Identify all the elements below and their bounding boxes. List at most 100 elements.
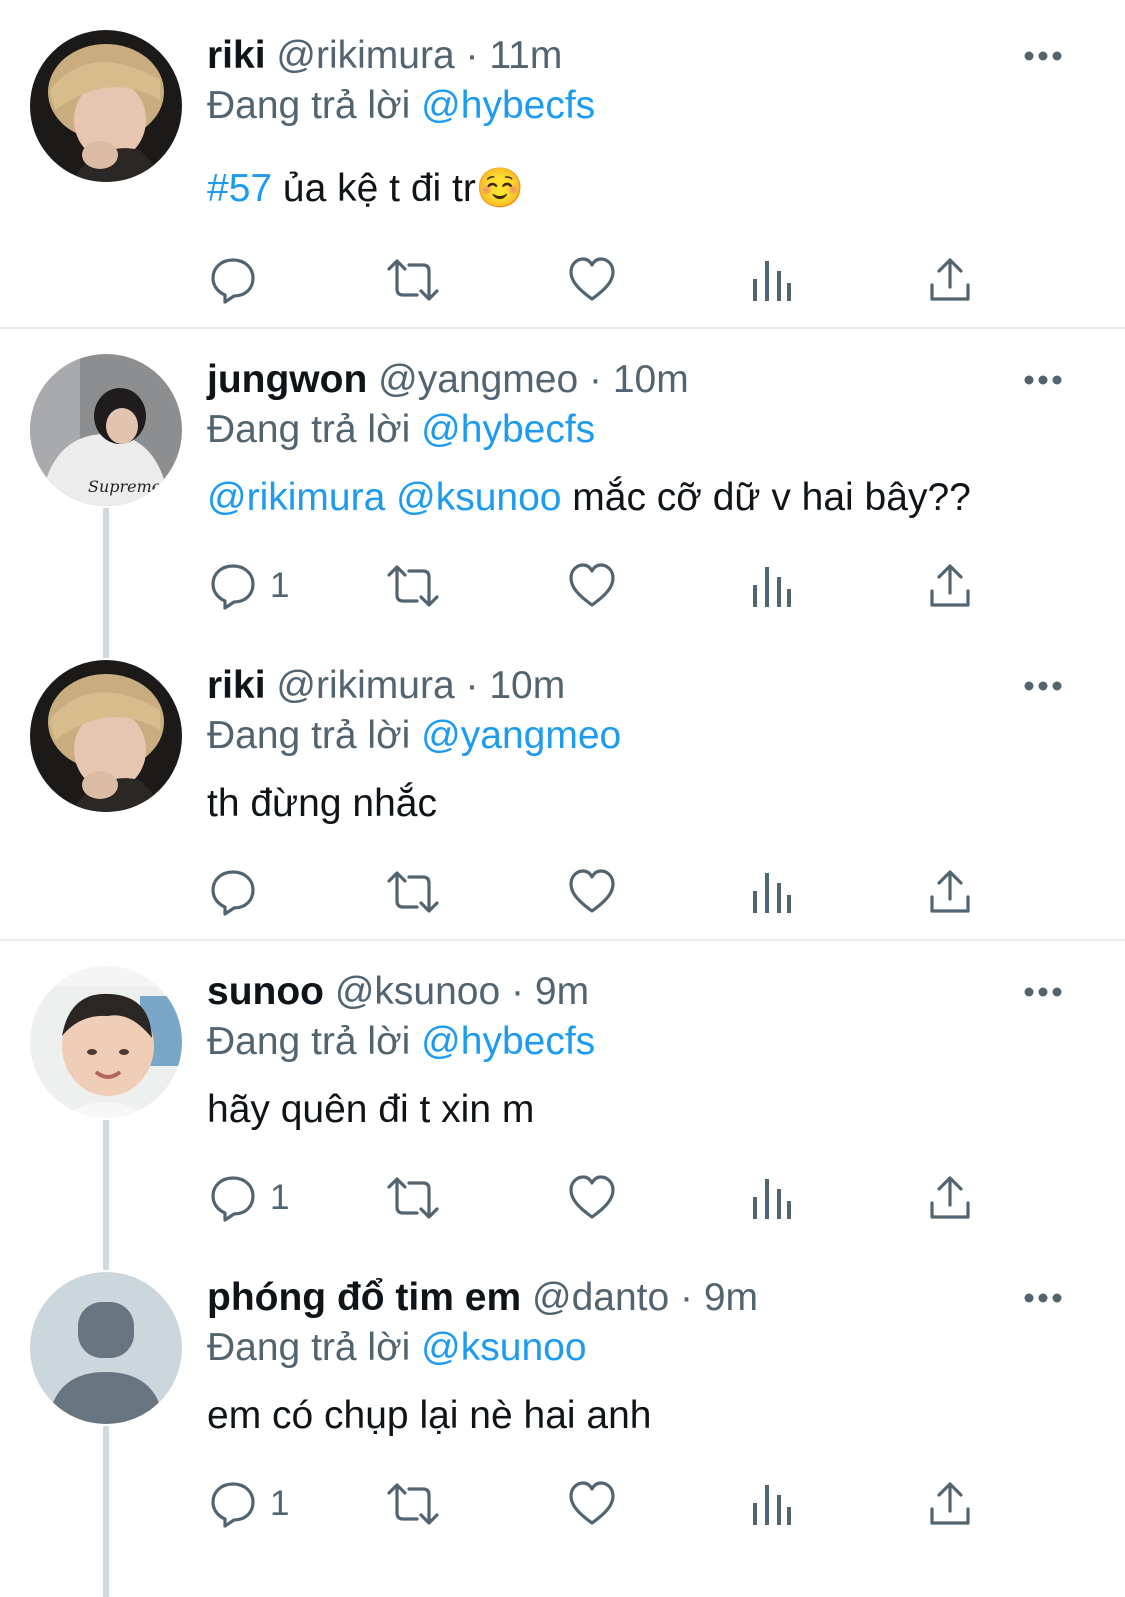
user-handle[interactable]: @rikimura (276, 34, 454, 77)
retweet-button[interactable] (385, 556, 441, 616)
share-button[interactable] (928, 1168, 972, 1228)
retweet-icon (387, 1483, 439, 1525)
display-name[interactable]: sunoo (207, 970, 324, 1013)
timestamp[interactable]: 9m (535, 970, 589, 1013)
mention-link[interactable]: @ksunoo (385, 476, 561, 519)
views-button[interactable] (750, 1168, 794, 1228)
tweet-body: em có chụp lại nè hai anh (207, 1394, 652, 1437)
timestamp[interactable]: 10m (489, 664, 565, 707)
separator-dot: · (680, 1276, 694, 1319)
avatar[interactable] (30, 966, 182, 1118)
tweet-body: hãy quên đi t xin m (207, 1088, 535, 1131)
reply-mention[interactable]: @yangmeo (421, 714, 621, 757)
reply-context: Đang trả lời @yangmeo (207, 710, 621, 762)
action-bar: 1 (0, 1168, 1125, 1228)
tweet-header: jungwon @yangmeo · 10m (207, 354, 1045, 406)
more-icon[interactable] (1023, 984, 1063, 1000)
reply-prefix: Đang trả lời (207, 1020, 411, 1063)
views-button[interactable] (750, 1474, 794, 1534)
tweet-header: sunoo @ksunoo · 9m (207, 966, 1045, 1018)
share-icon (930, 870, 970, 913)
retweet-button[interactable] (385, 862, 441, 922)
timestamp[interactable]: 10m (613, 358, 689, 401)
retweet-button[interactable] (385, 1474, 441, 1534)
tweet-body: mắc cỡ dữ v hai bây?? (561, 476, 971, 519)
share-icon (930, 258, 970, 301)
reply-mention[interactable]: @hybecfs (421, 408, 595, 451)
user-handle[interactable]: @rikimura (276, 664, 454, 707)
separator-dot: · (511, 970, 525, 1013)
tweet-header: phóng đổ tim em @danto · 9m (207, 1272, 1045, 1324)
tweet-text: #57 ủa kệ t đi tr☺️ (207, 163, 524, 215)
more-icon[interactable] (1023, 48, 1063, 64)
like-icon (569, 1481, 615, 1525)
reply-icon (211, 564, 255, 610)
reply-mention[interactable]: @hybecfs (421, 84, 595, 127)
mention-link[interactable]: @rikimura (207, 476, 385, 519)
reply-prefix: Đang trả lời (207, 408, 411, 451)
views-button[interactable] (750, 250, 794, 310)
share-button[interactable] (928, 556, 972, 616)
views-icon (753, 567, 791, 607)
share-icon (930, 1482, 970, 1525)
more-icon[interactable] (1023, 372, 1063, 388)
reply-prefix: Đang trả lời (207, 1326, 411, 1369)
reply-button[interactable] (208, 862, 270, 922)
tweet-text: @rikimura @ksunoo mắc cỡ dữ v hai bây?? (207, 472, 971, 524)
reply-prefix: Đang trả lời (207, 84, 411, 127)
like-button[interactable] (568, 1474, 616, 1534)
user-handle[interactable]: @danto (532, 1276, 669, 1319)
like-button[interactable] (568, 556, 616, 616)
share-button[interactable] (928, 250, 972, 310)
default-avatar-icon[interactable] (30, 1272, 182, 1424)
tweet-text: hãy quên đi t xin m (207, 1084, 534, 1136)
like-icon (569, 1175, 615, 1219)
avatar[interactable] (30, 30, 182, 182)
like-icon (569, 257, 615, 301)
like-button[interactable] (568, 1168, 616, 1228)
user-handle[interactable]: @ksunoo (335, 970, 500, 1013)
display-name[interactable]: riki (207, 34, 266, 77)
action-bar (0, 862, 1125, 922)
user-handle[interactable]: @yangmeo (378, 358, 578, 401)
divider (0, 327, 1125, 329)
like-icon (569, 563, 615, 607)
more-icon[interactable] (1023, 1290, 1063, 1306)
share-button[interactable] (928, 1474, 972, 1534)
reply-button[interactable] (208, 250, 270, 310)
like-button[interactable] (568, 862, 616, 922)
reply-button[interactable]: 1 (208, 1474, 289, 1534)
share-icon (930, 1176, 970, 1219)
action-bar: 1 (0, 1474, 1125, 1534)
svg-text:Supreme: Supreme (88, 477, 161, 496)
tweet-header: riki @rikimura · 11m (207, 30, 1045, 82)
tweet-header: riki @rikimura · 10m (207, 660, 1045, 712)
display-name[interactable]: riki (207, 664, 266, 707)
views-button[interactable] (750, 556, 794, 616)
reply-icon (211, 870, 255, 916)
separator-dot: · (465, 34, 479, 77)
hashtag-link[interactable]: #57 (207, 167, 272, 210)
avatar[interactable]: Supreme (30, 354, 182, 506)
display-name[interactable]: jungwon (207, 358, 367, 401)
reply-count: 1 (270, 1178, 290, 1217)
reply-button[interactable]: 1 (208, 556, 289, 616)
avatar[interactable] (30, 660, 182, 812)
reply-mention[interactable]: @ksunoo (421, 1326, 586, 1369)
views-button[interactable] (750, 862, 794, 922)
separator-dot: · (589, 358, 603, 401)
timestamp[interactable]: 9m (704, 1276, 758, 1319)
like-button[interactable] (568, 250, 616, 310)
timestamp[interactable]: 11m (489, 34, 562, 77)
tweet-body: ủa kệ t đi tr☺️ (272, 167, 525, 210)
more-icon[interactable] (1023, 678, 1063, 694)
retweet-button[interactable] (385, 250, 441, 310)
reply-context: Đang trả lời @hybecfs (207, 80, 595, 132)
share-button[interactable] (928, 862, 972, 922)
display-name[interactable]: phóng đổ tim em (207, 1276, 521, 1319)
reply-icon (211, 258, 255, 304)
reply-mention[interactable]: @hybecfs (421, 1020, 595, 1063)
reply-button[interactable]: 1 (208, 1168, 289, 1228)
reply-count: 1 (270, 1484, 290, 1523)
retweet-button[interactable] (385, 1168, 441, 1228)
